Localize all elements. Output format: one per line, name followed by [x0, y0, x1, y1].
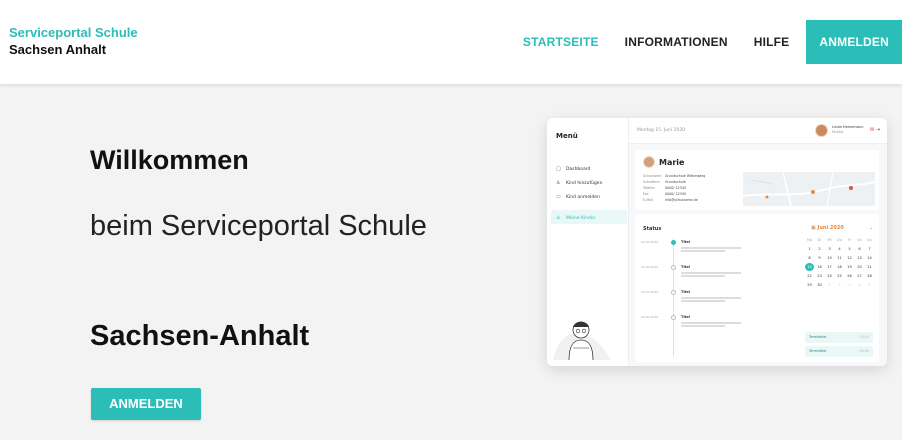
add-user-icon: ♙ [556, 180, 561, 186]
calendar-day: 4 [858, 283, 861, 287]
nav-startseite[interactable]: STARTSEITE [510, 20, 612, 64]
appointment-item: Termintitel 00:00 [805, 332, 873, 343]
calendar-day: 13 [857, 256, 862, 260]
calendar-day: 14 [867, 256, 872, 260]
status-title: Status [643, 226, 662, 232]
calendar-weekday: Mo [806, 238, 813, 242]
calendar-title: ▣ Juni 2020 [811, 225, 844, 231]
parent-child-illustration [553, 321, 611, 361]
calendar-day: 24 [827, 274, 832, 278]
school-map [743, 172, 875, 206]
chevron-down-icon: ⌄ [869, 225, 874, 231]
calendar-day: 9 [818, 256, 821, 260]
mockup-menu-title: Menü [556, 132, 578, 140]
children-icon: ♙ [556, 215, 561, 221]
mockup-menu-item: ♙ Meine Kinder [556, 215, 596, 221]
child-avatar [643, 156, 655, 168]
app-preview-mockup: Menü ▢ Dashboard ♙ Kind hinzufügen ▭ Kind a… [547, 118, 887, 366]
mockup-user: Linda Heinemann Mutter [832, 125, 864, 135]
user-avatar [815, 124, 828, 137]
mockup-menu-item: ▢ Dashboard [556, 166, 591, 172]
main-nav: STARTSEITE INFORMATIONEN HILFE ANMELDEN [510, 20, 902, 64]
calendar-day: 5 [868, 283, 871, 287]
calendar-day: 5 [848, 247, 851, 251]
calendar-day: 2 [818, 247, 821, 251]
calendar-day: 7 [868, 247, 871, 251]
calendar-weekday: So [867, 238, 872, 242]
calendar-day: 18 [837, 265, 842, 269]
hero-title: Willkommen [90, 145, 249, 175]
calendar-weekday: Mi [827, 238, 832, 242]
child-card: Marie Schulname Grundschule Wittenberg Sc… [635, 150, 879, 210]
notification-icon: ✉ ⇥ [870, 127, 880, 133]
calendar-day: 12 [847, 256, 852, 260]
calendar-day: 27 [857, 274, 862, 278]
calendar-day: 1 [808, 247, 811, 251]
info-row: Schulform Grundschule [643, 180, 686, 184]
dashboard-icon: ▢ [556, 166, 561, 172]
calendar-day: 28 [867, 274, 872, 278]
calendar-weekday: Fr [847, 238, 852, 242]
calendar-day: 10 [827, 256, 832, 260]
status-dot [671, 240, 676, 245]
nav-informationen[interactable]: INFORMATIONEN [612, 20, 741, 64]
calendar-day: 26 [847, 274, 852, 278]
brand-subtitle: Sachsen Anhalt [9, 42, 107, 57]
info-row: Fax 0000/ 12345 [643, 192, 687, 196]
nav-hilfe[interactable]: HILFE [741, 20, 803, 64]
calendar-day: 2 [838, 283, 841, 287]
calendar-day: 19 [847, 265, 852, 269]
calendar-weekday: Sa [857, 238, 862, 242]
calendar-weekday: Do [837, 238, 842, 242]
info-row: Schulname Grundschule Wittenberg [643, 174, 706, 178]
mockup-date: Montag 15. Juni 2020 [637, 128, 686, 133]
calendar-day: 30 [817, 283, 822, 287]
calendar-day: 22 [807, 274, 812, 278]
child-name: Marie [659, 158, 685, 167]
mockup-topbar: Montag 15. Juni 2020 Linda Heinemann Mut… [629, 118, 887, 144]
appointment-item: Termintitel 00:00 [805, 346, 873, 357]
calendar-day: 25 [837, 274, 842, 278]
hero-subtitle: beim Serviceportal Schule [90, 210, 427, 242]
calendar-day: 29 [807, 283, 812, 287]
calendar-day: 15 [805, 263, 814, 271]
info-row: Telefon 0000/ 12345 [643, 186, 687, 190]
status-dot [671, 290, 676, 295]
login-nav-button[interactable]: ANMELDEN [806, 20, 902, 64]
calendar-day: 21 [867, 265, 872, 269]
mockup-main: Marie Schulname Grundschule Wittenberg Sc… [629, 144, 887, 366]
hero-login-button[interactable]: ANMELDEN [91, 388, 201, 420]
hero-region: Sachsen-Anhalt [90, 320, 310, 352]
info-row: E-Mail info@schulname.de [643, 198, 698, 202]
id-card-icon: ▭ [556, 194, 561, 200]
calendar-day: 1 [828, 283, 831, 287]
calendar-day: 4 [838, 247, 841, 251]
calendar-day: 16 [817, 265, 822, 269]
mockup-sidebar: Menü ▢ Dashboard ♙ Kind hinzufügen ▭ Kind a… [547, 118, 629, 366]
status-calendar-card: Status 00.00.2020 Titel 00.00.2020 Titel… [635, 214, 879, 362]
user-role: Mutter [832, 130, 844, 134]
site-header: Serviceportal Schule Sachsen Anhalt STAR… [0, 0, 902, 84]
calendar-day: 6 [858, 247, 861, 251]
mockup-menu-item: ♙ Kind hinzufügen [556, 180, 603, 186]
status-dot [671, 265, 676, 270]
calendar-day: 23 [817, 274, 822, 278]
brand-logo[interactable]: Serviceportal Schule Sachsen Anhalt [9, 24, 138, 58]
brand-title: Serviceportal Schule [9, 25, 138, 40]
calendar-day: 3 [848, 283, 851, 287]
calendar-day: 3 [828, 247, 831, 251]
calendar-day: 17 [827, 265, 832, 269]
calendar-weekday: Di [817, 238, 822, 242]
status-timeline [673, 238, 674, 356]
mockup-menu-item: ▭ Kind anmelden [556, 194, 600, 200]
calendar-day: 20 [857, 265, 862, 269]
status-dot [671, 315, 676, 320]
calendar-day: 8 [808, 256, 811, 260]
calendar-day: 11 [837, 256, 842, 260]
